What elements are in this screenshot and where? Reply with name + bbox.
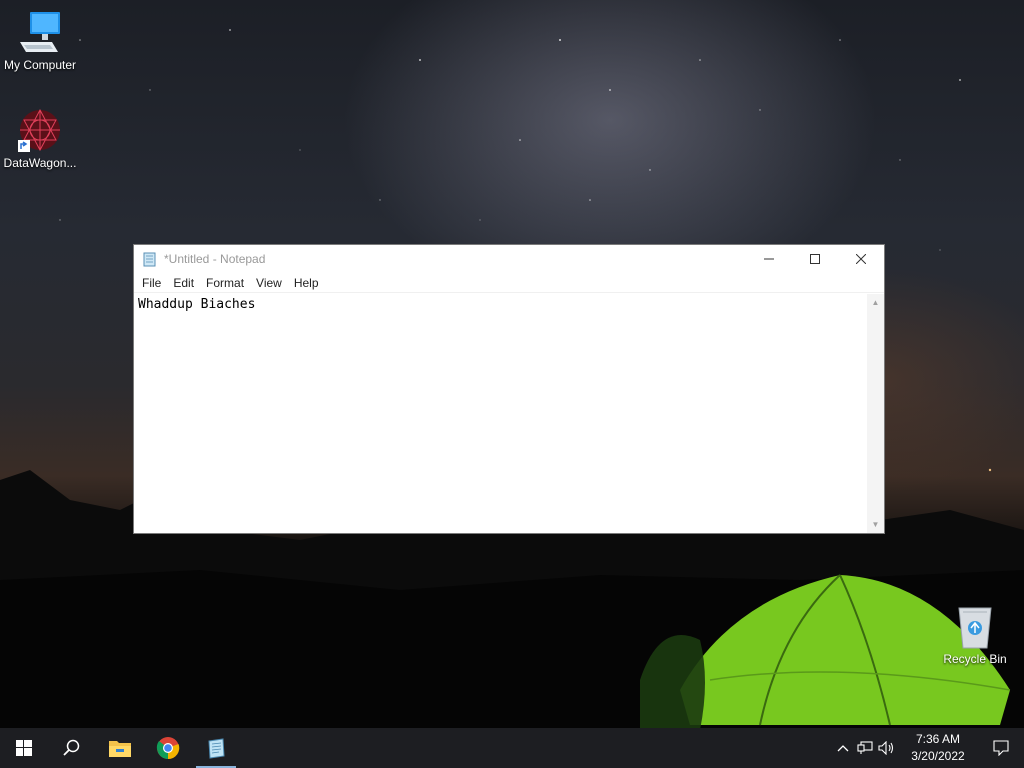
system-tray: 7:36 AM 3/20/2022: [832, 728, 1024, 768]
menu-format[interactable]: Format: [200, 276, 250, 290]
taskbar: 7:36 AM 3/20/2022: [0, 728, 1024, 768]
menu-edit[interactable]: Edit: [167, 276, 200, 290]
notepad-taskbar-button[interactable]: [192, 728, 240, 768]
start-icon: [16, 740, 32, 756]
volume-icon: [878, 741, 894, 755]
vertical-scrollbar[interactable]: ▲ ▼: [867, 294, 884, 533]
desktop-icon-label: Recycle Bin: [943, 652, 1007, 666]
start-button[interactable]: [0, 728, 48, 768]
search-icon: [63, 739, 80, 756]
title-bar[interactable]: *Untitled - Notepad: [134, 245, 884, 273]
clock[interactable]: 7:36 AM 3/20/2022: [898, 731, 978, 765]
text-editor[interactable]: Whaddup Biaches: [134, 294, 867, 533]
clock-date: 3/20/2022: [911, 749, 965, 763]
notepad-icon: [143, 252, 156, 267]
chevron-up-icon: [837, 745, 849, 752]
menu-help[interactable]: Help: [288, 276, 325, 290]
show-hidden-icons-button[interactable]: [832, 728, 854, 768]
maximize-button[interactable]: [792, 245, 838, 273]
recycle-bin-icon: [958, 607, 992, 649]
volume-button[interactable]: [876, 728, 898, 768]
chrome-icon: [156, 737, 180, 760]
datawagon-icon: [18, 108, 60, 152]
window-title: *Untitled - Notepad: [164, 252, 266, 266]
desktop-icon-recycle-bin[interactable]: Recycle Bin: [935, 602, 1015, 666]
chrome-button[interactable]: [144, 728, 192, 768]
clock-time: 7:36 AM: [915, 732, 961, 746]
network-icon: [857, 741, 873, 754]
network-button[interactable]: [854, 728, 876, 768]
close-icon: [856, 254, 866, 264]
notepad-icon: [208, 738, 225, 759]
scroll-down-icon[interactable]: ▼: [867, 516, 884, 533]
notification-icon: [993, 740, 1009, 756]
desktop-icon-label: DataWagon...: [3, 156, 77, 170]
menu-bar: File Edit Format View Help: [134, 273, 884, 293]
minimize-icon: [764, 258, 774, 260]
menu-view[interactable]: View: [250, 276, 288, 290]
search-button[interactable]: [48, 728, 96, 768]
minimize-button[interactable]: [746, 245, 792, 273]
notepad-window[interactable]: *Untitled - Notepad File Edit Format Vie…: [133, 244, 885, 534]
file-explorer-button[interactable]: [96, 728, 144, 768]
desktop-icon-my-computer[interactable]: My Computer: [0, 8, 80, 72]
computer-icon: [20, 12, 60, 52]
scroll-up-icon[interactable]: ▲: [867, 294, 884, 311]
file-explorer-icon: [109, 741, 131, 757]
maximize-icon: [810, 254, 820, 264]
close-button[interactable]: [838, 245, 884, 273]
action-center-button[interactable]: [978, 728, 1024, 768]
desktop-icon-datawagon[interactable]: DataWagon...: [0, 106, 80, 170]
menu-file[interactable]: File: [136, 276, 167, 290]
desktop-icon-label: My Computer: [3, 58, 77, 72]
